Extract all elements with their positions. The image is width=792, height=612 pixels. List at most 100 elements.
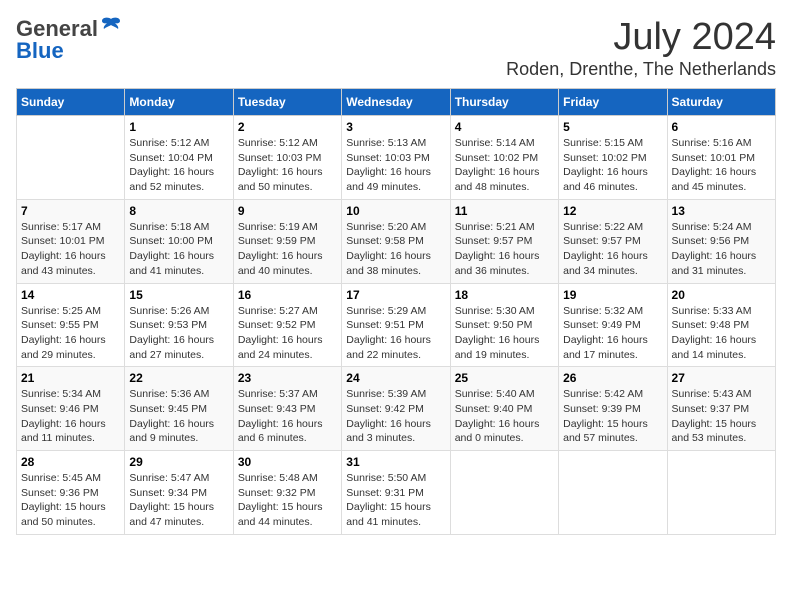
- calendar-week-row: 7Sunrise: 5:17 AM Sunset: 10:01 PM Dayli…: [17, 199, 776, 283]
- day-number: 4: [455, 120, 554, 134]
- table-row: 18 Sunrise: 5:30 AM Sunset: 9:50 PM Dayli…: [450, 283, 558, 367]
- table-row: 15Sunrise: 5:26 AM Sunset: 9:53 PM Dayli…: [125, 283, 233, 367]
- table-row: 21 Sunrise: 5:34 AM Sunset: 9:46 PM Dayli…: [17, 367, 125, 451]
- day-info: Sunrise: 5:42 AM Sunset: 9:39 PM Dayligh…: [563, 387, 662, 446]
- title-area: July 2024 Roden, Drenthe, The Netherland…: [506, 16, 776, 80]
- table-row: [17, 116, 125, 200]
- table-row: 30Sunrise: 5:48 AM Sunset: 9:32 PM Dayli…: [233, 451, 341, 535]
- day-info: Sunrise: 5:16 AM Sunset: 10:01 PM Daylig…: [672, 136, 771, 195]
- table-row: 26 Sunrise: 5:42 AM Sunset: 9:39 PM Dayli…: [559, 367, 667, 451]
- day-number: 31: [346, 455, 445, 469]
- day-number: 5: [563, 120, 662, 134]
- day-number: 17: [346, 288, 445, 302]
- table-row: [559, 451, 667, 535]
- day-number: 27: [672, 371, 771, 385]
- table-row: [667, 451, 775, 535]
- table-row: 10Sunrise: 5:20 AM Sunset: 9:58 PM Dayli…: [342, 199, 450, 283]
- page-header: General Blue July 2024 Roden, Drenthe, T…: [16, 16, 776, 80]
- day-info: Sunrise: 5:12 AM Sunset: 10:04 PM Daylig…: [129, 136, 228, 195]
- day-number: 30: [238, 455, 337, 469]
- calendar-header-row: Sunday Monday Tuesday Wednesday Thursday…: [17, 89, 776, 116]
- day-info: Sunrise: 5:26 AM Sunset: 9:53 PM Dayligh…: [129, 304, 228, 363]
- day-info: Sunrise: 5:15 AM Sunset: 10:02 PM Daylig…: [563, 136, 662, 195]
- month-year-title: July 2024: [506, 16, 776, 59]
- day-number: 16: [238, 288, 337, 302]
- table-row: 8 Sunrise: 5:18 AM Sunset: 10:00 PM Dayli…: [125, 199, 233, 283]
- logo-blue-text: Blue: [16, 38, 64, 64]
- table-row: 3Sunrise: 5:13 AM Sunset: 10:03 PM Dayli…: [342, 116, 450, 200]
- table-row: 9 Sunrise: 5:19 AM Sunset: 9:59 PM Daylig…: [233, 199, 341, 283]
- table-row: 12 Sunrise: 5:22 AM Sunset: 9:57 PM Dayli…: [559, 199, 667, 283]
- day-number: 29: [129, 455, 228, 469]
- day-info: Sunrise: 5:25 AM Sunset: 9:55 PM Dayligh…: [21, 304, 120, 363]
- table-row: 7Sunrise: 5:17 AM Sunset: 10:01 PM Dayli…: [17, 199, 125, 283]
- table-row: 29 Sunrise: 5:47 AM Sunset: 9:34 PM Dayli…: [125, 451, 233, 535]
- day-info: Sunrise: 5:17 AM Sunset: 10:01 PM Daylig…: [21, 220, 120, 279]
- day-number: 20: [672, 288, 771, 302]
- day-info: Sunrise: 5:40 AM Sunset: 9:40 PM Dayligh…: [455, 387, 554, 446]
- day-number: 25: [455, 371, 554, 385]
- table-row: 19Sunrise: 5:32 AM Sunset: 9:49 PM Dayli…: [559, 283, 667, 367]
- day-info: Sunrise: 5:30 AM Sunset: 9:50 PM Dayligh…: [455, 304, 554, 363]
- day-number: 9: [238, 204, 337, 218]
- table-row: 14 Sunrise: 5:25 AM Sunset: 9:55 PM Dayli…: [17, 283, 125, 367]
- day-info: Sunrise: 5:47 AM Sunset: 9:34 PM Dayligh…: [129, 471, 228, 530]
- day-info: Sunrise: 5:18 AM Sunset: 10:00 PM Daylig…: [129, 220, 228, 279]
- day-info: Sunrise: 5:14 AM Sunset: 10:02 PM Daylig…: [455, 136, 554, 195]
- table-row: 31 Sunrise: 5:50 AM Sunset: 9:31 PM Dayli…: [342, 451, 450, 535]
- day-number: 18: [455, 288, 554, 302]
- day-info: Sunrise: 5:29 AM Sunset: 9:51 PM Dayligh…: [346, 304, 445, 363]
- day-number: 22: [129, 371, 228, 385]
- calendar-week-row: 21 Sunrise: 5:34 AM Sunset: 9:46 PM Dayli…: [17, 367, 776, 451]
- day-info: Sunrise: 5:21 AM Sunset: 9:57 PM Dayligh…: [455, 220, 554, 279]
- day-number: 3: [346, 120, 445, 134]
- table-row: 13 Sunrise: 5:24 AM Sunset: 9:56 PM Dayli…: [667, 199, 775, 283]
- col-monday: Monday: [125, 89, 233, 116]
- table-row: 17 Sunrise: 5:29 AM Sunset: 9:51 PM Dayli…: [342, 283, 450, 367]
- day-number: 14: [21, 288, 120, 302]
- day-info: Sunrise: 5:36 AM Sunset: 9:45 PM Dayligh…: [129, 387, 228, 446]
- day-number: 28: [21, 455, 120, 469]
- calendar-week-row: 14 Sunrise: 5:25 AM Sunset: 9:55 PM Dayli…: [17, 283, 776, 367]
- day-info: Sunrise: 5:12 AM Sunset: 10:03 PM Daylig…: [238, 136, 337, 195]
- logo-bird-icon: [100, 17, 122, 37]
- day-info: Sunrise: 5:24 AM Sunset: 9:56 PM Dayligh…: [672, 220, 771, 279]
- table-row: 23 Sunrise: 5:37 AM Sunset: 9:43 PM Dayli…: [233, 367, 341, 451]
- day-number: 6: [672, 120, 771, 134]
- calendar-week-row: 28 Sunrise: 5:45 AM Sunset: 9:36 PM Dayli…: [17, 451, 776, 535]
- day-info: Sunrise: 5:22 AM Sunset: 9:57 PM Dayligh…: [563, 220, 662, 279]
- day-info: Sunrise: 5:39 AM Sunset: 9:42 PM Dayligh…: [346, 387, 445, 446]
- table-row: 16Sunrise: 5:27 AM Sunset: 9:52 PM Dayli…: [233, 283, 341, 367]
- day-info: Sunrise: 5:19 AM Sunset: 9:59 PM Dayligh…: [238, 220, 337, 279]
- day-number: 2: [238, 120, 337, 134]
- table-row: 24 Sunrise: 5:39 AM Sunset: 9:42 PM Dayli…: [342, 367, 450, 451]
- table-row: 11Sunrise: 5:21 AM Sunset: 9:57 PM Dayli…: [450, 199, 558, 283]
- table-row: 1 Sunrise: 5:12 AM Sunset: 10:04 PM Dayli…: [125, 116, 233, 200]
- day-number: 19: [563, 288, 662, 302]
- table-row: 20 Sunrise: 5:33 AM Sunset: 9:48 PM Dayli…: [667, 283, 775, 367]
- day-info: Sunrise: 5:50 AM Sunset: 9:31 PM Dayligh…: [346, 471, 445, 530]
- calendar-week-row: 1 Sunrise: 5:12 AM Sunset: 10:04 PM Dayli…: [17, 116, 776, 200]
- day-number: 24: [346, 371, 445, 385]
- day-info: Sunrise: 5:34 AM Sunset: 9:46 PM Dayligh…: [21, 387, 120, 446]
- table-row: 4 Sunrise: 5:14 AM Sunset: 10:02 PM Dayli…: [450, 116, 558, 200]
- col-sunday: Sunday: [17, 89, 125, 116]
- day-number: 12: [563, 204, 662, 218]
- day-number: 1: [129, 120, 228, 134]
- location-text: Roden, Drenthe, The Netherlands: [506, 59, 776, 80]
- day-number: 13: [672, 204, 771, 218]
- day-number: 23: [238, 371, 337, 385]
- table-row: [450, 451, 558, 535]
- day-number: 26: [563, 371, 662, 385]
- col-wednesday: Wednesday: [342, 89, 450, 116]
- table-row: 2 Sunrise: 5:12 AM Sunset: 10:03 PM Dayli…: [233, 116, 341, 200]
- day-info: Sunrise: 5:33 AM Sunset: 9:48 PM Dayligh…: [672, 304, 771, 363]
- calendar-table: Sunday Monday Tuesday Wednesday Thursday…: [16, 88, 776, 535]
- day-number: 8: [129, 204, 228, 218]
- day-info: Sunrise: 5:37 AM Sunset: 9:43 PM Dayligh…: [238, 387, 337, 446]
- table-row: 5 Sunrise: 5:15 AM Sunset: 10:02 PM Dayli…: [559, 116, 667, 200]
- logo: General Blue: [16, 16, 122, 64]
- day-number: 21: [21, 371, 120, 385]
- table-row: 25 Sunrise: 5:40 AM Sunset: 9:40 PM Dayli…: [450, 367, 558, 451]
- day-info: Sunrise: 5:45 AM Sunset: 9:36 PM Dayligh…: [21, 471, 120, 530]
